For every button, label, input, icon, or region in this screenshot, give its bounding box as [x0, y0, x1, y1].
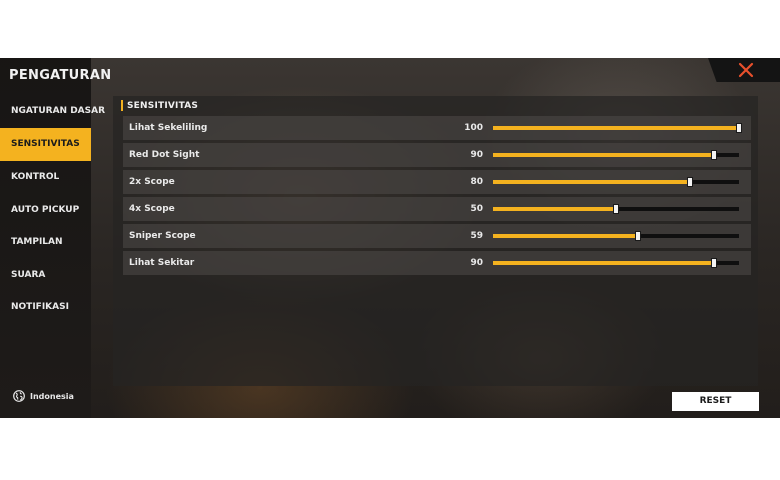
slider-fill — [493, 234, 639, 238]
sidebar-item-auto-pickup[interactable]: AUTO PICKUP — [0, 194, 91, 227]
section-accent-bar — [121, 100, 123, 111]
sidebar-item-sensitivitas[interactable]: SENSITIVITAS — [0, 128, 91, 161]
setting-row-2x-scope: 2x Scope 80 — [123, 170, 751, 194]
setting-row-4x-scope: 4x Scope 50 — [123, 197, 751, 221]
settings-sidebar: PENGATURAN NGATURAN DASAR SENSITIVITAS K… — [0, 58, 111, 418]
sensitivity-slider[interactable] — [493, 258, 739, 268]
globe-icon — [13, 390, 25, 402]
setting-value: 80 — [470, 177, 483, 187]
sidebar-item-kontrol[interactable]: KONTROL — [0, 161, 91, 194]
sidebar-item-suara[interactable]: SUARA — [0, 259, 91, 292]
sensitivity-slider[interactable] — [493, 150, 739, 160]
sidebar-item-label: SUARA — [11, 270, 46, 280]
sidebar-item-label: NOTIFIKASI — [11, 302, 69, 312]
slider-fill — [493, 261, 715, 265]
sidebar-item-label: AUTO PICKUP — [11, 205, 80, 215]
section-title: SENSITIVITAS — [127, 100, 199, 111]
setting-label: Lihat Sekitar — [129, 258, 195, 268]
slider-handle[interactable] — [686, 177, 693, 187]
language-label: Indonesia — [30, 391, 74, 401]
setting-row-red-dot-sight: Red Dot Sight 90 — [123, 143, 751, 167]
setting-label: Red Dot Sight — [129, 150, 200, 160]
language-selector[interactable]: Indonesia — [13, 390, 74, 402]
setting-value: 50 — [470, 204, 483, 214]
slider-handle[interactable] — [711, 150, 718, 160]
sensitivity-panel: SENSITIVITAS Lihat Sekeliling 100 Red Do… — [113, 96, 758, 386]
close-button[interactable] — [708, 58, 780, 82]
setting-label: 4x Scope — [129, 204, 175, 214]
close-icon — [738, 62, 754, 78]
sidebar-title: PENGATURAN — [9, 68, 112, 83]
slider-fill — [493, 180, 690, 184]
game-settings-screen: PENGATURAN NGATURAN DASAR SENSITIVITAS K… — [0, 58, 780, 418]
setting-label: 2x Scope — [129, 177, 175, 187]
slider-handle[interactable] — [613, 204, 619, 214]
setting-value: 100 — [464, 123, 483, 133]
slider-handle[interactable] — [736, 123, 742, 133]
section-header: SENSITIVITAS — [121, 100, 198, 111]
setting-label: Lihat Sekeliling — [129, 123, 208, 133]
setting-row-lihat-sekeliling: Lihat Sekeliling 100 — [123, 116, 751, 140]
setting-row-sniper-scope: Sniper Scope 59 — [123, 224, 751, 248]
sensitivity-slider[interactable] — [493, 231, 739, 241]
sidebar-item-notifikasi[interactable]: NOTIFIKASI — [0, 291, 91, 324]
reset-button[interactable]: RESET — [672, 392, 759, 411]
setting-value: 59 — [470, 231, 483, 241]
setting-value: 90 — [470, 150, 483, 160]
sensitivity-slider[interactable] — [493, 204, 739, 214]
setting-value: 90 — [470, 258, 483, 268]
sidebar-item-tampilan[interactable]: TAMPILAN — [0, 226, 91, 259]
slider-fill — [493, 153, 715, 157]
sidebar-item-label: SENSITIVITAS — [11, 139, 80, 149]
sidebar-item-ngaturan-dasar[interactable]: NGATURAN DASAR — [0, 95, 105, 128]
setting-label: Sniper Scope — [129, 231, 196, 241]
slider-fill — [493, 207, 616, 211]
sensitivity-slider[interactable] — [493, 177, 739, 187]
sensitivity-slider[interactable] — [493, 123, 742, 133]
slider-handle[interactable] — [635, 231, 642, 241]
sidebar-item-label: KONTROL — [11, 172, 60, 182]
slider-handle[interactable] — [711, 258, 718, 268]
slider-fill — [493, 126, 739, 130]
sidebar-item-label: TAMPILAN — [11, 237, 63, 247]
sidebar-item-label: NGATURAN DASAR — [11, 106, 106, 116]
setting-row-lihat-sekitar: Lihat Sekitar 90 — [123, 251, 751, 275]
